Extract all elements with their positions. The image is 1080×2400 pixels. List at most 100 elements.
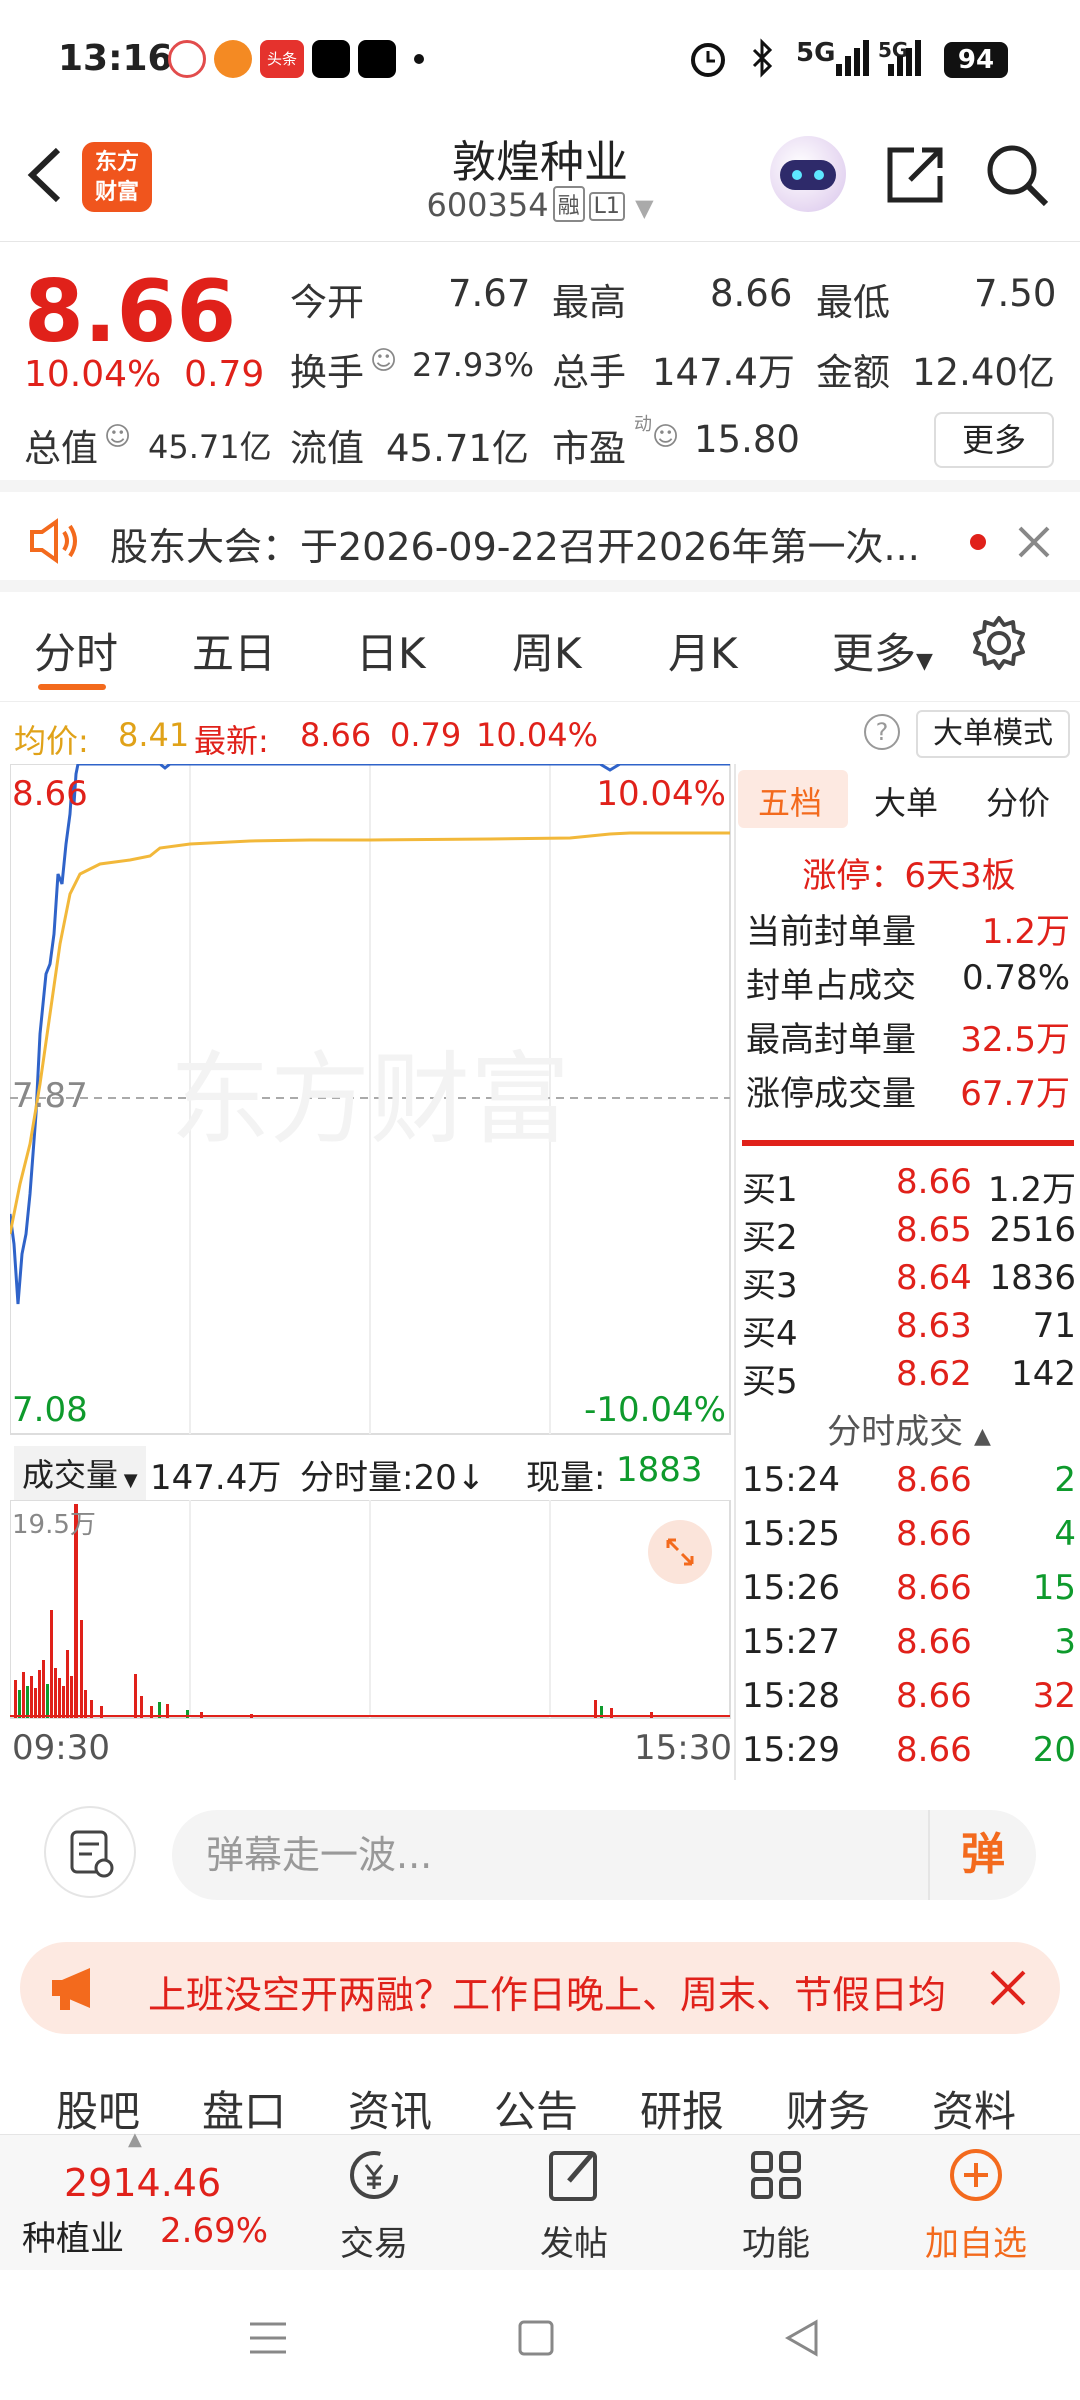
home-square-icon[interactable] (514, 2316, 558, 2360)
danmu-settings-icon[interactable] (44, 1806, 136, 1898)
trades-header[interactable]: 分时成交 ▲ (738, 1404, 1080, 1453)
function-button[interactable]: 功能 (706, 2143, 846, 2265)
tab-daily-k[interactable]: 日K (356, 620, 426, 681)
volume-selector[interactable]: 成交量 ▼ (14, 1446, 146, 1500)
bid-qty: 1836 (989, 1258, 1076, 1298)
stock-header: 东方 财富 敦煌种业 600354 融 L1 ▼ (0, 120, 1080, 242)
sector-name[interactable]: 种植业 (22, 2211, 124, 2260)
trade-button[interactable]: 交易 (304, 2143, 444, 2265)
tab-monthly-k[interactable]: 月K (668, 620, 738, 681)
tiktok-icon (312, 40, 350, 78)
help-icon[interactable]: ? (864, 714, 900, 750)
trade-price: 8.66 (896, 1460, 972, 1500)
pe-label: 市盈 (552, 427, 626, 470)
market-cap-value: 45.71亿 (148, 428, 272, 466)
volume-mode[interactable]: 分时量:20↓ (300, 1450, 485, 1499)
tab-intraday[interactable]: 分时 (34, 620, 118, 681)
info-icon[interactable]: ☺ (370, 346, 397, 376)
low-label: 最低 (816, 281, 890, 324)
bid-label: 买5 (742, 1362, 798, 1402)
signal-5g-label: 5G (796, 38, 836, 68)
post-button[interactable]: 发帖 (504, 2143, 644, 2265)
battery-indicator: 94 (944, 42, 1008, 78)
danmu-input[interactable]: 弹幕走一波... (172, 1810, 1036, 1900)
tab-news[interactable]: 资讯 (348, 2078, 432, 2139)
map-app-icon (168, 40, 206, 78)
tab-big-orders[interactable]: 大单 (874, 778, 938, 824)
chart-top-price: 8.66 (12, 774, 88, 814)
latest-label: 最新: (194, 722, 269, 760)
search-icon[interactable] (984, 142, 1050, 208)
grid-apps-icon (751, 2151, 801, 2199)
tab-five-levels[interactable]: 五档 (758, 778, 822, 824)
trade-time: 15:29 (742, 1730, 840, 1770)
volume-chart[interactable]: 19.5万 (9, 1499, 732, 1720)
big-order-mode-button[interactable]: 大单模式 (916, 710, 1070, 758)
trades-title: 分时成交 (827, 1412, 964, 1452)
tab-price-dist[interactable]: 分价 (986, 778, 1050, 824)
menu-icon[interactable] (246, 2316, 290, 2360)
chart-bottom-price: 7.08 (12, 1390, 88, 1430)
amount-value: 12.40亿 (912, 351, 1055, 394)
unread-dot (970, 534, 986, 550)
bid-row: 买2 8.65 2516 (738, 1210, 1080, 1260)
watermark: 东方财富 (170, 1041, 570, 1158)
trade-time: 15:28 (742, 1676, 840, 1716)
content-tabs: 股吧 盘口 资讯 公告 研报 财务 资料 (0, 2064, 1080, 2136)
tab-more[interactable]: 更多▼ (832, 620, 933, 681)
tab-research[interactable]: 研报 (640, 2078, 724, 2139)
stat-label: 涨停成交量 (746, 1074, 916, 1114)
volume-bars (14, 1504, 653, 1718)
tab-order-book[interactable]: 盘口 (202, 2078, 286, 2139)
trade-row: 15:29 8.66 20 (738, 1730, 1080, 1780)
bid-qty: 71 (1032, 1306, 1076, 1346)
expand-chart-icon[interactable] (648, 1520, 712, 1584)
trade-qty: 3 (1054, 1622, 1076, 1662)
change-amount: 0.79 (184, 354, 265, 395)
status-bar: 13:16 头条 5G 5G 94 (0, 0, 1080, 120)
speaker-icon (30, 518, 77, 564)
trade-price: 8.66 (896, 1514, 972, 1554)
tab-profile[interactable]: 资料 (932, 2078, 1016, 2139)
trade-qty: 20 (1032, 1730, 1076, 1770)
ai-assistant-icon[interactable] (770, 136, 846, 212)
volume-value: 147.4万 (652, 351, 795, 394)
bid-price: 8.62 (896, 1354, 972, 1394)
info-icon[interactable]: ☺ (104, 422, 131, 452)
sector-index-value[interactable]: 2914.46 (64, 2161, 221, 2205)
tab-five-day[interactable]: 五日 (192, 620, 276, 681)
latest-percent: 10.04% (476, 716, 599, 754)
announcement-bar[interactable]: 股东大会：于2026-09-22召开2026年第一次... (0, 492, 1080, 592)
tab-more-label: 更多 (832, 629, 917, 678)
price-change: 10.04% 0.79 (24, 354, 264, 395)
intraday-chart[interactable]: 东方财富 8.66 10.04% 7.87 7.08 -10.04% (8, 762, 732, 1436)
signal-icon (836, 40, 869, 76)
danmu-send-button[interactable]: 弹 (928, 1810, 1036, 1900)
trade-qty: 4 (1054, 1514, 1076, 1554)
volume-label: 总手 (552, 351, 626, 394)
active-tab-underline (38, 684, 106, 690)
level-tag: L1 (588, 192, 625, 221)
close-icon[interactable] (988, 1968, 1028, 2008)
turnover-label: 换手 (290, 351, 364, 394)
add-watchlist-button[interactable]: 加自选 (906, 2143, 1046, 2265)
plus-circle-icon (950, 2149, 1002, 2201)
stock-code: 600354 (426, 186, 549, 224)
more-quote-button[interactable]: 更多 (934, 412, 1054, 468)
high-value: 8.66 (710, 272, 793, 315)
tab-weekly-k[interactable]: 周K (512, 620, 582, 681)
tab-finance[interactable]: 财务 (786, 2078, 870, 2139)
promo-banner[interactable]: 上班没空开两融？工作日晚上、周末、节假日均 (20, 1942, 1060, 2034)
alarm-icon (691, 43, 725, 77)
info-icon[interactable]: ☺ (652, 422, 679, 452)
close-icon[interactable] (1016, 524, 1052, 560)
market-cap-label: 总值 (24, 427, 98, 470)
tab-announcements[interactable]: 公告 (494, 2078, 578, 2139)
stat-value: 0.78% (961, 958, 1070, 998)
settings-gear-icon[interactable] (970, 614, 1028, 672)
bid-row: 买4 8.63 71 (738, 1306, 1080, 1356)
back-triangle-icon[interactable] (780, 2316, 824, 2360)
share-icon[interactable] (884, 142, 948, 206)
trade-row: 15:27 8.66 3 (738, 1622, 1080, 1672)
trade-qty: 32 (1032, 1676, 1076, 1716)
